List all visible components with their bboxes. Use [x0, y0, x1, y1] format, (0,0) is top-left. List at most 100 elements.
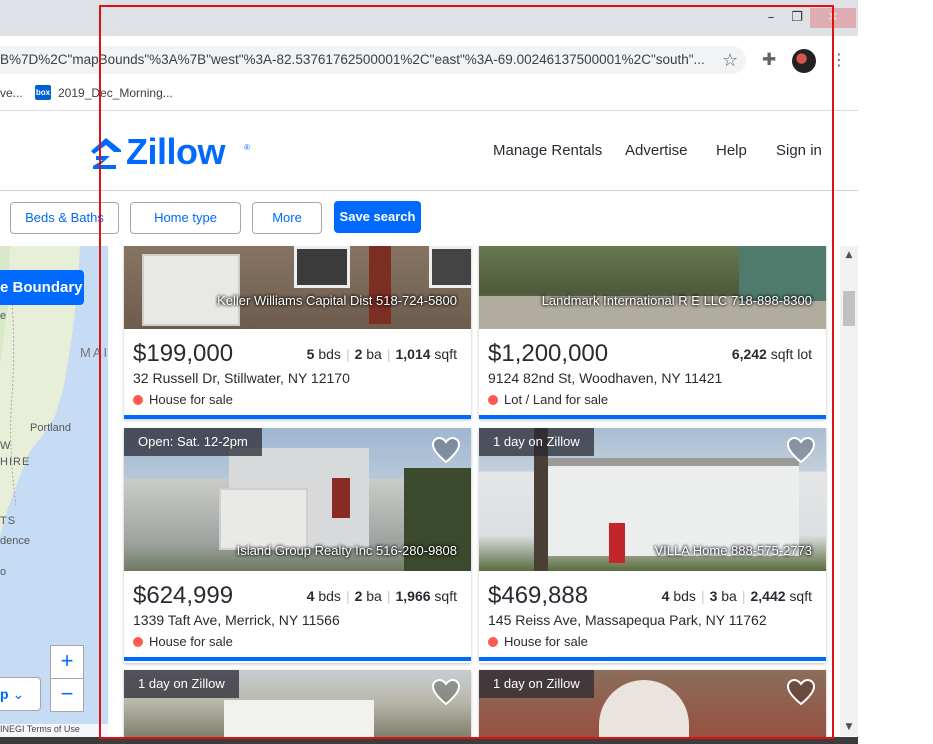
- listing-sqft: 2,442: [750, 588, 786, 604]
- scroll-down-icon[interactable]: ▼: [840, 718, 858, 736]
- card-accent-line: [479, 415, 826, 419]
- status-dot-icon: [488, 637, 498, 647]
- listing-lot-label: sqft lot: [770, 346, 812, 362]
- listing-photo[interactable]: Keller Williams Capital Dist 518-724-580…: [124, 246, 471, 329]
- listing-address[interactable]: 145 Reiss Ave, Massapequa Park, NY 11762: [488, 612, 767, 628]
- listing-badge: Open: Sat. 12-2pm: [124, 428, 262, 456]
- listing-beds: 4: [661, 588, 670, 604]
- nav-manage-rentals[interactable]: Manage Rentals: [493, 142, 602, 159]
- more-filters-button[interactable]: More: [252, 202, 322, 234]
- listing-broker: VILLA Home 888-575-2773: [654, 543, 812, 558]
- listing-photo[interactable]: Landmark International R E LLC 718-898-8…: [479, 246, 826, 329]
- listing-address[interactable]: 1339 Taft Ave, Merrick, NY 11566: [133, 612, 340, 628]
- listing-status-label: House for sale: [149, 634, 233, 649]
- save-search-button[interactable]: Save search: [334, 201, 421, 233]
- filter-bar: [0, 191, 858, 247]
- listing-baths: 2: [354, 346, 363, 362]
- listing-price: $469,888: [488, 582, 589, 609]
- url-text[interactable]: B%7D%2C"mapBounds"%3A%7B"west"%3A-82.537…: [0, 52, 712, 70]
- heart-icon[interactable]: [786, 436, 816, 464]
- status-dot-icon: [133, 637, 143, 647]
- bookmark-item[interactable]: ve...: [0, 86, 23, 100]
- registered-mark-icon: ®: [244, 143, 250, 152]
- listing-facts: 4 bds | 3 ba | 2,442 sqft: [661, 588, 812, 604]
- kebab-menu-icon[interactable]: ⋮: [831, 50, 847, 69]
- listing-status-label: Lot / Land for sale: [504, 392, 609, 407]
- listing-card[interactable]: 1 day on Zillow: [479, 670, 826, 744]
- listing-beds: 4: [306, 588, 315, 604]
- listing-status-label: House for sale: [504, 634, 588, 649]
- listing-badge: 1 day on Zillow: [479, 670, 594, 698]
- close-icon[interactable]: ✕: [810, 8, 856, 28]
- listing-card[interactable]: Landmark International R E LLC 718-898-8…: [479, 246, 826, 419]
- listing-beds-label: bds: [673, 588, 696, 604]
- listing-sqft: 1,014: [395, 346, 431, 362]
- listing-address[interactable]: 32 Russell Dr, Stillwater, NY 12170: [133, 370, 350, 386]
- extensions-icon[interactable]: ✚: [762, 50, 776, 70]
- map-label: W: [0, 440, 12, 452]
- listing-facts: 6,242 sqft lot: [732, 346, 812, 362]
- card-accent-line: [479, 657, 826, 661]
- bookmark-item[interactable]: 2019_Dec_Morning...: [58, 86, 173, 100]
- map-label: Portland: [30, 422, 71, 434]
- nav-advertise[interactable]: Advertise: [625, 142, 688, 159]
- zillow-logo[interactable]: Zillow: [126, 131, 226, 173]
- listing-lot: 6,242: [731, 346, 767, 362]
- star-icon[interactable]: ☆: [722, 50, 738, 71]
- listing-card[interactable]: Keller Williams Capital Dist 518-724-580…: [124, 246, 471, 419]
- heart-icon[interactable]: [431, 436, 461, 464]
- listing-photo[interactable]: 1 day on Zillow: [479, 670, 826, 744]
- listing-price: $1,200,000: [488, 340, 609, 367]
- nav-sign-in[interactable]: Sign in: [776, 142, 822, 159]
- listing-price: $199,000: [133, 340, 234, 367]
- scroll-up-icon[interactable]: ▲: [840, 246, 858, 264]
- listing-baths-label: ba: [366, 346, 382, 362]
- restore-icon[interactable]: ❐: [784, 8, 810, 28]
- listing-card[interactable]: 1 day on Zillow: [124, 670, 471, 744]
- box-icon: box: [35, 85, 51, 100]
- listing-baths-label: ba: [721, 588, 737, 604]
- zillow-logo-icon[interactable]: [90, 136, 122, 170]
- nav-help[interactable]: Help: [716, 142, 747, 159]
- search-results: Keller Williams Capital Dist 518-724-580…: [108, 246, 840, 744]
- profile-avatar[interactable]: [792, 49, 816, 73]
- listing-status: House for sale: [133, 392, 233, 407]
- listing-baths-label: ba: [366, 588, 382, 604]
- remove-boundary-button[interactable]: e Boundary: [0, 270, 84, 305]
- listing-broker: Island Group Realty Inc 516-280-9808: [236, 543, 457, 558]
- listing-sqft-label: sqft: [789, 588, 812, 604]
- heart-icon[interactable]: [786, 678, 816, 706]
- map-label: MAI: [80, 345, 110, 360]
- browser-titlebar: [0, 0, 858, 36]
- listing-beds: 5: [306, 346, 315, 362]
- zoom-in-button[interactable]: +: [50, 645, 84, 679]
- listing-baths: 3: [709, 588, 718, 604]
- listing-sqft: 1,966: [395, 588, 431, 604]
- card-accent-line: [124, 415, 471, 419]
- listing-card[interactable]: 1 day on Zillow VILLA Home 888-575-2773 …: [479, 428, 826, 663]
- listing-broker: Keller Williams Capital Dist 518-724-580…: [217, 293, 457, 308]
- map-type-select[interactable]: p ⌄: [0, 677, 41, 711]
- beds-baths-button[interactable]: Beds & Baths: [10, 202, 119, 234]
- taskbar: [0, 737, 858, 744]
- listing-card[interactable]: Open: Sat. 12-2pm Island Group Realty In…: [124, 428, 471, 663]
- listing-price: $624,999: [133, 582, 234, 609]
- zoom-out-button[interactable]: −: [50, 678, 84, 712]
- listing-facts: 4 bds | 2 ba | 1,966 sqft: [306, 588, 457, 604]
- listing-photo[interactable]: 1 day on Zillow VILLA Home 888-575-2773: [479, 428, 826, 571]
- listing-address[interactable]: 9124 82nd St, Woodhaven, NY 11421: [488, 370, 722, 386]
- listing-broker: Landmark International R E LLC 718-898-8…: [541, 293, 812, 308]
- listing-badge: 1 day on Zillow: [124, 670, 239, 698]
- scrollbar-thumb[interactable]: [843, 291, 855, 326]
- home-type-button[interactable]: Home type: [130, 202, 241, 234]
- listing-status-label: House for sale: [149, 392, 233, 407]
- heart-icon[interactable]: [431, 678, 461, 706]
- map-label: TS: [0, 515, 17, 527]
- minimize-icon[interactable]: –: [758, 8, 784, 28]
- listing-photo[interactable]: Open: Sat. 12-2pm Island Group Realty In…: [124, 428, 471, 571]
- listing-status: House for sale: [133, 634, 233, 649]
- listing-photo[interactable]: 1 day on Zillow: [124, 670, 471, 744]
- listing-beds-label: bds: [318, 588, 341, 604]
- map-label: dence: [0, 535, 30, 547]
- status-dot-icon: [488, 395, 498, 405]
